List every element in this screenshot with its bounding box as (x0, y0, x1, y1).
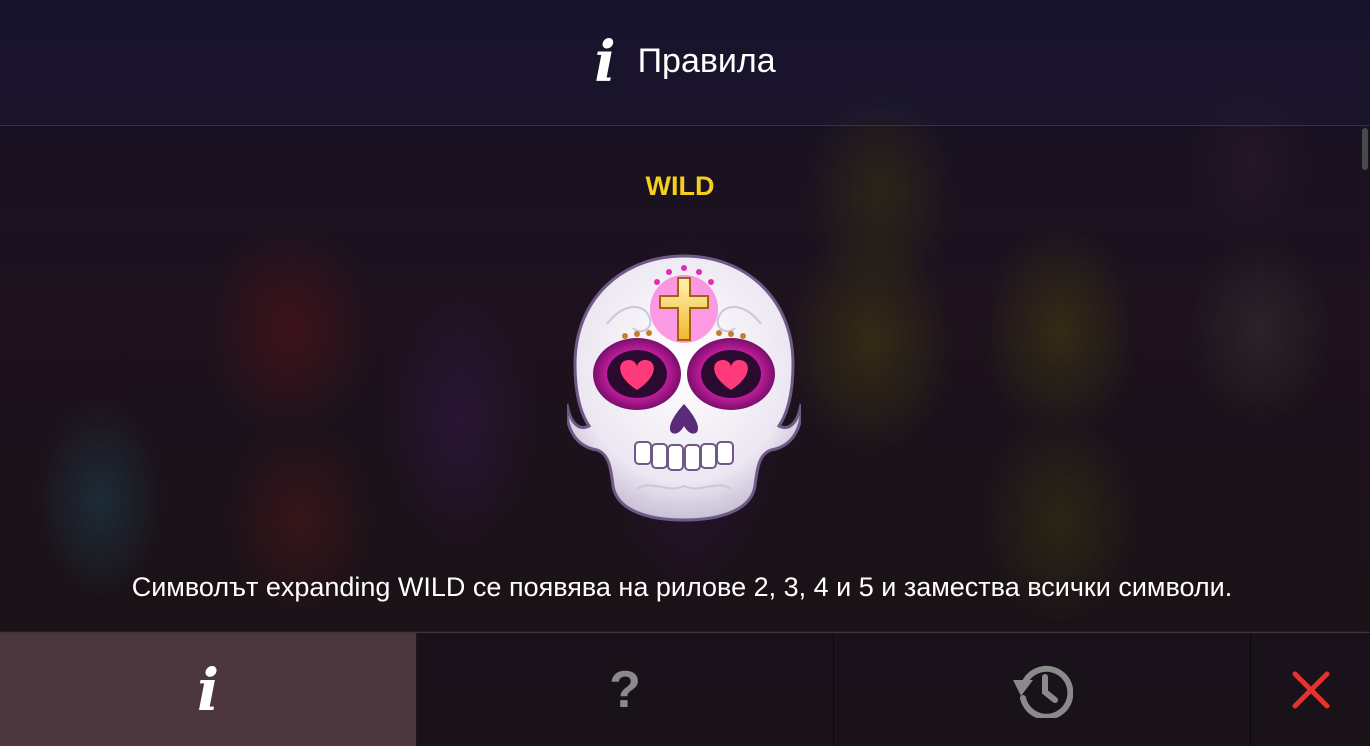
sugar-skull-icon (565, 254, 803, 522)
header-title-group: i Правила (594, 34, 775, 90)
bottom-tab-bar: i ? (0, 632, 1370, 746)
history-icon (1013, 665, 1073, 718)
scrollbar-thumb[interactable] (1362, 128, 1368, 170)
tab-history[interactable] (834, 633, 1251, 746)
page-title: Правила (637, 42, 776, 80)
tab-info[interactable]: i (0, 633, 417, 746)
scrollbar[interactable] (1360, 126, 1370, 631)
info-icon: i (196, 656, 220, 724)
rules-content: WILD Символът expanding WILD се появява … (0, 126, 1360, 631)
header-bar: i Правила (0, 0, 1370, 126)
info-icon: i (594, 28, 616, 95)
question-icon: ? (609, 661, 641, 719)
symbol-name: WILD (645, 171, 715, 201)
tab-help[interactable]: ? (417, 633, 834, 746)
close-icon (1292, 671, 1329, 709)
rules-screen: i Правила WILD Символът expanding WILD с… (0, 0, 1370, 746)
tab-close[interactable] (1251, 633, 1370, 746)
symbol-description: Символът expanding WILD се появява на ри… (131, 572, 1233, 602)
